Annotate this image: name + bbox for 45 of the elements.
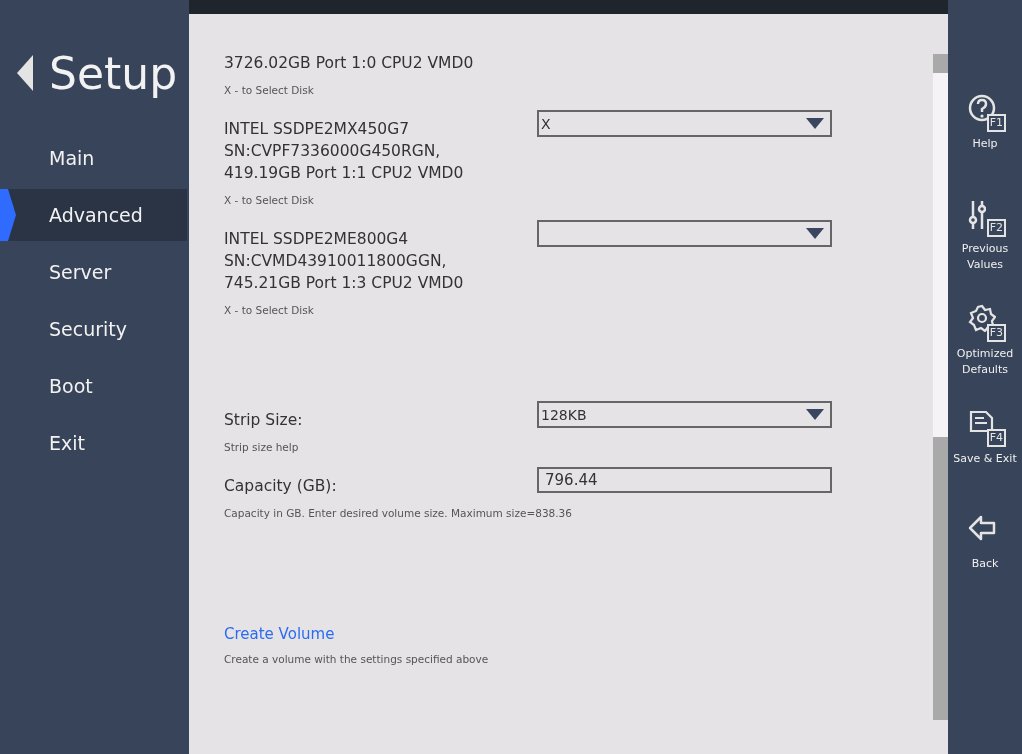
help-text: Strip size help bbox=[224, 441, 300, 453]
key-badge: F3 bbox=[986, 324, 1006, 342]
function-key-button[interactable]: F2 Previous Values bbox=[948, 197, 1022, 302]
disk-label: 3726.02GB Port 1:0 CPU2 VMD0 bbox=[224, 53, 475, 74]
caret-icon bbox=[806, 228, 824, 239]
function-key-button[interactable]: Back bbox=[964, 512, 1006, 617]
help-text: Create a volume with the settings specified above bbox=[224, 653, 490, 665]
caret-icon bbox=[806, 409, 824, 420]
key-label: Save & Exit bbox=[953, 451, 1017, 467]
key-label: Optimized Defaults bbox=[955, 346, 1015, 378]
caret-icon bbox=[806, 118, 824, 129]
setting-label: Capacity (GB): bbox=[224, 476, 338, 497]
disk-label: INTEL SSDPE2MX450G7 SN:CVPF7336000G450RGN, 419.19GB Port 1:1 CPU2 VMD0 bbox=[224, 119, 465, 184]
key-badge: F1 bbox=[986, 114, 1006, 132]
input-field[interactable]: 796.44 bbox=[537, 467, 832, 493]
menu-item[interactable]: Exit bbox=[0, 417, 187, 469]
create-volume-link[interactable]: Create Volume bbox=[224, 625, 335, 643]
back-arrow-icon bbox=[15, 55, 35, 91]
dropdown[interactable]: 128KB bbox=[537, 401, 832, 428]
key-label: Help bbox=[972, 136, 998, 152]
help-text: X - to Select Disk bbox=[224, 84, 315, 96]
disk-label: INTEL SSDPE2ME800G4 SN:CVMD43910011800GGN, 745.21GB Port 1:3 CPU2 VMD0 bbox=[224, 229, 465, 294]
document-icon bbox=[968, 409, 994, 433]
setup-title: Setup bbox=[49, 47, 178, 99]
help-text: X - to Select Disk bbox=[224, 304, 315, 316]
dropdown[interactable]: X bbox=[537, 110, 832, 137]
key-badge: F2 bbox=[986, 219, 1006, 237]
function-key-button[interactable]: F3 Optimized Defaults bbox=[948, 302, 1022, 407]
key-badge: F4 bbox=[986, 429, 1006, 447]
menu-item[interactable]: Boot bbox=[0, 360, 187, 412]
function-key-button[interactable]: F1 Help bbox=[964, 92, 1006, 197]
help-text: Capacity in GB. Enter desired volume size. Maximum size=838.36 bbox=[224, 507, 573, 519]
scrollbar[interactable] bbox=[933, 54, 948, 720]
sliders-icon bbox=[968, 199, 986, 231]
menu-item[interactable]: Main bbox=[0, 132, 187, 184]
key-label: Previous Values bbox=[960, 241, 1010, 273]
dropdown[interactable] bbox=[537, 220, 832, 247]
menu-item[interactable]: Server bbox=[0, 246, 187, 298]
key-label: Back bbox=[971, 556, 999, 572]
menu-item[interactable]: Security bbox=[0, 303, 187, 355]
help-text: X - to Select Disk bbox=[224, 194, 315, 206]
setting-label: Strip Size: bbox=[224, 410, 304, 431]
function-key-button[interactable]: F4 Save & Exit bbox=[953, 407, 1017, 512]
back-arrow-icon bbox=[968, 514, 996, 542]
menu-item[interactable]: Advanced bbox=[0, 189, 187, 241]
